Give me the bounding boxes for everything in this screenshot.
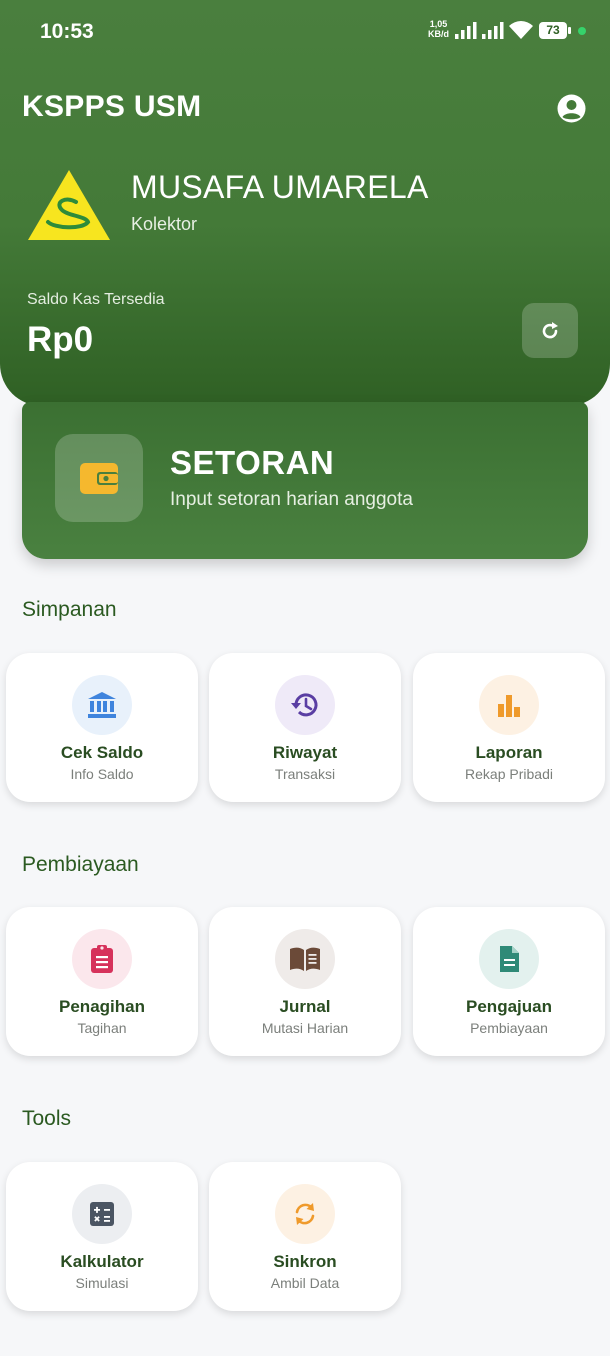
user-name: MUSAFA UMARELA — [131, 169, 429, 205]
header: 10:53 1,05 KB/d 73 KSPPS USM MUSAFA UMAR… — [0, 0, 610, 406]
balance-label: Saldo Kas Tersedia — [27, 291, 165, 308]
wallet-icon — [80, 463, 118, 494]
setoran-icon-box — [55, 434, 143, 522]
refresh-icon — [542, 321, 558, 338]
setoran-card[interactable]: SETORAN Input setoran harian anggota — [22, 402, 588, 559]
tile-icon-circle — [72, 1184, 132, 1244]
tile-title: Riwayat — [272, 743, 338, 762]
tile-title: Sinkron — [273, 1252, 337, 1271]
refresh-button[interactable] — [522, 303, 578, 358]
network-speed-unit: KB/d — [428, 29, 449, 39]
tile-title: Pengajuan — [466, 997, 552, 1016]
tile-title: Laporan — [475, 743, 543, 762]
tile-icon-circle — [479, 675, 539, 735]
setoran-subtitle: Input setoran harian anggota — [170, 489, 413, 510]
wifi-icon — [509, 21, 533, 39]
tile-subtitle: Transaksi — [274, 766, 336, 782]
tile-kalkulator[interactable]: Kalkulator Simulasi — [6, 1162, 198, 1311]
tile-title: Cek Saldo — [60, 743, 144, 762]
battery-icon: 73 — [539, 22, 571, 39]
document-icon — [500, 946, 519, 972]
tile-pengajuan[interactable]: Pengajuan Pembiayaan — [413, 907, 605, 1056]
tile-title: Kalkulator — [60, 1252, 144, 1271]
tile-icon-circle — [275, 929, 335, 989]
network-speed-value: 1,05 — [429, 19, 448, 29]
section-title-pembiayaan: Pembiayaan — [22, 853, 139, 876]
balance-value: Rp0 — [27, 320, 94, 359]
tile-icon-circle — [479, 929, 539, 989]
clipboard-icon — [91, 945, 113, 973]
tile-icon-circle — [72, 675, 132, 735]
battery-level: 73 — [539, 22, 567, 39]
tile-penagihan[interactable]: Penagihan Tagihan — [6, 907, 198, 1056]
tile-subtitle: Ambil Data — [270, 1275, 340, 1291]
tile-laporan[interactable]: Laporan Rekap Pribadi — [413, 653, 605, 802]
setoran-title: SETORAN — [170, 444, 335, 481]
tile-title: Penagihan — [59, 997, 145, 1016]
tile-jurnal[interactable]: Jurnal Mutasi Harian — [209, 907, 401, 1056]
battery-tip — [568, 27, 571, 34]
status-time: 10:53 — [40, 20, 94, 43]
tile-subtitle: Simulasi — [75, 1275, 129, 1291]
account-icon[interactable] — [556, 93, 587, 124]
bar-chart-icon — [498, 695, 520, 717]
tile-subtitle: Info Saldo — [70, 766, 134, 782]
bank-icon — [88, 692, 116, 718]
sync-icon — [295, 1203, 315, 1225]
tile-cek-saldo[interactable]: Cek Saldo Info Saldo — [6, 653, 198, 802]
network-speed: 1,05 KB/d — [428, 19, 449, 39]
privacy-dot-icon — [578, 27, 586, 35]
app-title: KSPPS USM — [22, 90, 202, 123]
tile-sinkron[interactable]: Sinkron Ambil Data — [209, 1162, 401, 1311]
signal-icon — [455, 22, 477, 39]
logo-icon — [28, 170, 110, 240]
history-icon — [291, 693, 318, 717]
tile-icon-circle — [72, 929, 132, 989]
tile-icon-circle — [275, 675, 335, 735]
tile-icon-circle — [275, 1184, 335, 1244]
section-title-simpanan: Simpanan — [22, 598, 117, 621]
tile-subtitle: Mutasi Harian — [261, 1020, 349, 1036]
user-role: Kolektor — [131, 214, 198, 234]
calculator-icon — [90, 1202, 114, 1226]
tile-title: Jurnal — [279, 997, 331, 1016]
tile-riwayat[interactable]: Riwayat Transaksi — [209, 653, 401, 802]
status-bar: 10:53 1,05 KB/d 73 — [0, 0, 610, 62]
tile-subtitle: Pembiayaan — [470, 1020, 548, 1036]
book-icon — [290, 947, 320, 971]
section-title-tools: Tools — [22, 1107, 72, 1130]
signal-icon — [482, 22, 504, 39]
tile-subtitle: Rekap Pribadi — [465, 766, 553, 782]
tile-subtitle: Tagihan — [77, 1020, 127, 1036]
